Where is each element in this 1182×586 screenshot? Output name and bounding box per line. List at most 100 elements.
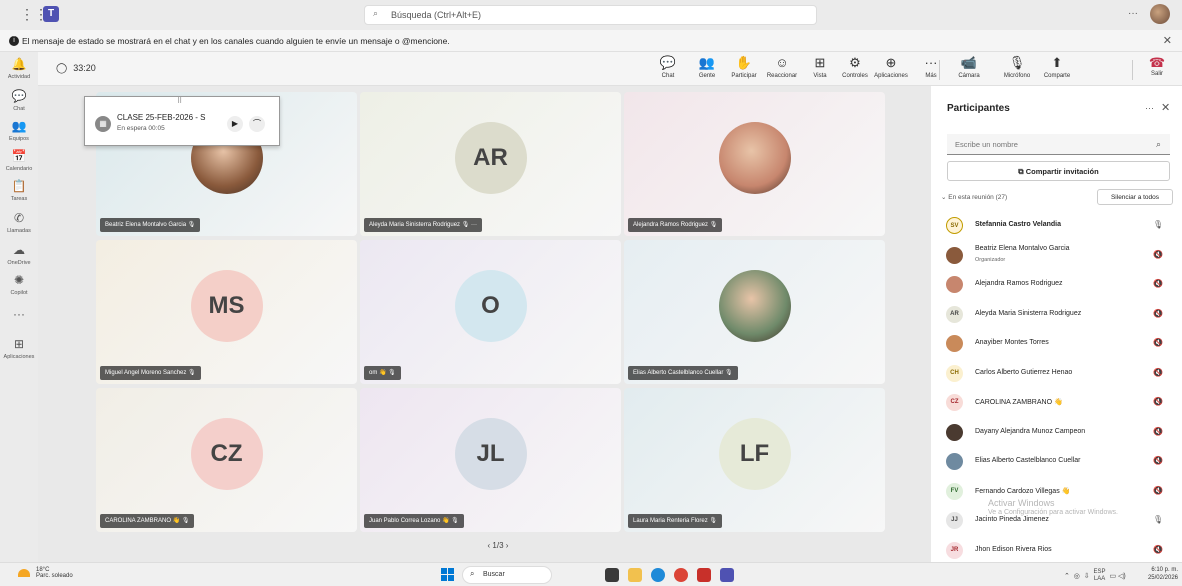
participant-row[interactable]: JR Jhon Edison Rivera Rios 🔇 [931, 535, 1182, 564]
view-button[interactable]: ⊞ Vista [803, 55, 837, 79]
participant-row[interactable]: Anayiber Montes Torres 🔇 [931, 328, 1182, 357]
raise-hand-button[interactable]: ✋ Participar [727, 55, 761, 79]
participant-row[interactable]: Elias Alberto Castelblanco Cuellar 🔇 [931, 446, 1182, 475]
hang-up-button[interactable]: ⌒ [249, 116, 265, 132]
control-label: Gente [698, 73, 716, 79]
mute-all-button[interactable]: Silenciar a todos [1097, 189, 1173, 205]
video-stage: Beatriz Elena Montalvo Garcia 🎙 AR Aleyda … [38, 86, 931, 562]
video-tile[interactable]: AR Aleyda Maria Sinisterra Rodriguez 🎙 ··… [360, 92, 621, 236]
in-meeting-header[interactable]: ⌄ En esta reunión (27) [941, 193, 1007, 201]
microphone-icon[interactable]: 🎙 [1153, 220, 1163, 229]
microphone-off-icon[interactable]: 🔇 [1153, 279, 1163, 288]
participant-photo [718, 270, 791, 342]
microphone-off-icon[interactable]: 🔇 [1153, 309, 1163, 318]
banner-close-button[interactable]: ✕ [1163, 30, 1172, 52]
microphone-off-icon[interactable]: 🔇 [1153, 456, 1163, 465]
rail-item-chat[interactable]: 💬 Chat [0, 90, 38, 112]
rail-item-llamadas[interactable]: ✆ Llamadas [0, 212, 38, 234]
people-button[interactable]: 👥 Gente [690, 55, 724, 79]
volume-icon[interactable]: ◁) [1118, 573, 1126, 580]
teams-icon: 👥 [11, 119, 27, 133]
drag-handle[interactable]: ⠿ [177, 97, 182, 105]
panel-close-button[interactable]: ✕ [1161, 101, 1170, 114]
panel-more-button[interactable]: ··· [1145, 103, 1154, 113]
user-avatar[interactable] [1150, 4, 1170, 24]
edge-icon[interactable] [651, 568, 665, 582]
cloud-icon: ☁ [13, 243, 25, 257]
participant-row[interactable]: Beatriz Elena Montalvo Garcia Organizador… [931, 240, 1182, 269]
video-tile[interactable]: Alejandra Ramos Rodriguez 🎙 [624, 92, 885, 236]
file-explorer-icon[interactable] [628, 568, 642, 582]
share-invite-button[interactable]: ⧉ Compartir invitación [947, 161, 1170, 181]
participant-row[interactable]: CH Carlos Alberto Gutierrez Henao 🔇 [931, 358, 1182, 387]
network-icon[interactable]: ◎ [1074, 573, 1080, 580]
participant-row[interactable]: Dayany Alejandra Munoz Campeon 🔇 [931, 417, 1182, 446]
display-icon[interactable]: ▭ [1109, 573, 1116, 580]
system-tray[interactable]: ⌃ ◎ ⇩ ESP LAA ▭ ◁) [1064, 569, 1126, 583]
resume-button[interactable]: ▶ [227, 116, 243, 132]
pagination[interactable]: ‹ 1/3 › [468, 541, 528, 550]
teams-taskbar-icon[interactable] [720, 568, 734, 582]
rail-item-more[interactable]: ··· [0, 308, 38, 324]
participant-name-label: Elias Alberto Castelblanco Cuellar 🎙 [628, 366, 738, 380]
microphone-off-icon[interactable]: 🔇 [1153, 250, 1163, 259]
usb-icon[interactable]: ⇩ [1084, 573, 1090, 580]
participant-row[interactable]: SV Stefannia Castro Velandia 🎙 [931, 210, 1182, 239]
control-label: Micrófono [1003, 73, 1031, 79]
control-label: Comparte [1043, 73, 1071, 79]
participant-row[interactable]: CZ CAROLINA ZAMBRANO 👋 🔇 [931, 387, 1182, 416]
clock[interactable]: 6:10 p. m. 25/02/2026 [1140, 566, 1178, 582]
microphone-off-icon[interactable]: 🔇 [1153, 427, 1163, 436]
camera-button[interactable]: 📹 Cámara [952, 55, 986, 79]
rail-item-equipos[interactable]: 👥 Equipos [0, 120, 38, 142]
held-call-card[interactable]: ⠿ ▦ CLASE 25-FEB-2026 - S En espera 00:0… [84, 96, 280, 146]
chat-button[interactable]: 💬 Chat [651, 55, 685, 79]
video-tile[interactable]: MS Miguel Angel Moreno Sanchez 🎙 [96, 240, 357, 384]
video-tile[interactable]: JL Juan Pablo Correa Lozano 👋 🎙 [360, 388, 621, 532]
controls-button[interactable]: ⚙ Controles [838, 55, 872, 79]
rail-item-tareas[interactable]: 📋 Tareas [0, 180, 38, 202]
control-label: Controles [842, 73, 868, 79]
participant-name-label: om 👋 🎙 [364, 366, 401, 380]
react-button[interactable]: ☺ Reaccionar [765, 55, 799, 79]
chevron-up-icon[interactable]: ⌃ [1064, 573, 1070, 580]
microphone-icon[interactable]: 🎙 [1153, 515, 1163, 524]
calendar-icon: 📅 [11, 149, 27, 163]
more-button[interactable]: ··· Más [914, 55, 948, 79]
rail-item-onedrive[interactable]: ☁ OneDrive [0, 244, 38, 266]
rail-item-aplicaciones[interactable]: ⊞ Aplicaciones [0, 338, 38, 360]
acrobat-icon[interactable] [697, 568, 711, 582]
participant-row[interactable]: Alejandra Ramos Rodriguez 🔇 [931, 269, 1182, 298]
video-tile[interactable]: CZ CAROLINA ZAMBRANO 👋 🎙 [96, 388, 357, 532]
chrome-icon[interactable] [674, 568, 688, 582]
video-tile[interactable]: Elias Alberto Castelblanco Cuellar 🎙 [624, 240, 885, 384]
participant-row[interactable]: AR Aleyda Maria Sinisterra Rodriguez 🔇 [931, 299, 1182, 328]
task-view-icon[interactable] [605, 568, 619, 582]
language-indicator[interactable]: ESP LAA [1094, 569, 1106, 583]
in-meeting-label: En esta reunión (27) [948, 194, 1008, 201]
microphone-button[interactable]: 🎙 Micrófono [1000, 55, 1034, 79]
rail-label: OneDrive [7, 260, 31, 266]
microphone-off-icon[interactable]: 🔇 [1153, 338, 1163, 347]
rail-item-calendario[interactable]: 📅 Calendario [0, 150, 38, 172]
windows-start-icon[interactable] [441, 568, 455, 582]
participant-search-input[interactable] [947, 134, 1170, 155]
video-tile[interactable]: Oom 👋 🎙 [360, 240, 621, 384]
rail-item-copilot[interactable]: ✺ Copilot [0, 274, 38, 296]
video-tile[interactable]: LF Laura Maria Renteria Florez 🎙 [624, 388, 885, 532]
search-box[interactable]: ⌕ Búsqueda (Ctrl+Alt+E) [364, 5, 817, 25]
taskbar-search[interactable]: ⌕ Buscar [462, 566, 552, 584]
apps-button[interactable]: ⊕ Aplicaciones [874, 55, 908, 79]
microphone-off-icon[interactable]: 🔇 [1153, 486, 1163, 495]
rail-label: Actividad [7, 74, 31, 80]
leave-button[interactable]: ☎ Salir [1142, 55, 1172, 77]
watermark-line1: Activar Windows [988, 498, 1055, 508]
microphone-off-icon[interactable]: 🔇 [1153, 545, 1163, 554]
microphone-off-icon[interactable]: 🔇 [1153, 368, 1163, 377]
control-label: Cámara [958, 73, 980, 79]
share-button[interactable]: ⬆ Comparte [1040, 55, 1074, 79]
microphone-off-icon[interactable]: 🔇 [1153, 397, 1163, 406]
more-options-button[interactable]: ··· [1128, 8, 1138, 19]
held-call-status: En espera 00:05 [117, 125, 165, 132]
rail-item-actividad[interactable]: 🔔 Actividad [0, 58, 38, 80]
